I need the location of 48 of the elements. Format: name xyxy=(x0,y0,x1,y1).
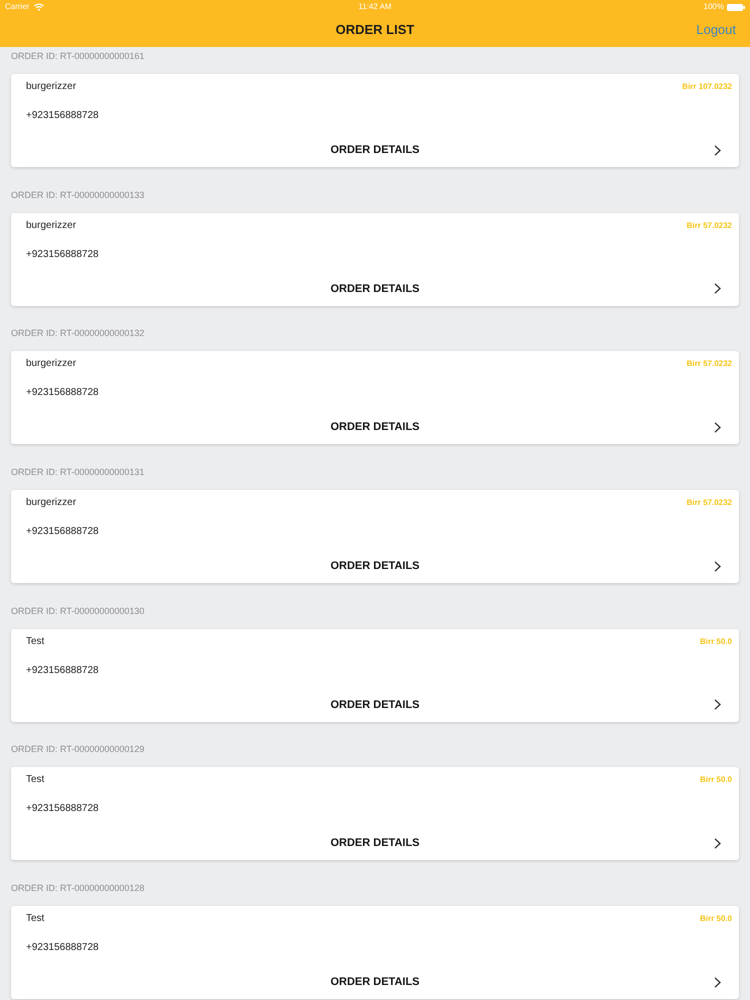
battery-percent: 100% xyxy=(704,2,724,12)
order-details-button[interactable]: ORDER DETAILS xyxy=(11,417,739,438)
customer-name: burgerizzer xyxy=(26,218,76,233)
order-id-label: ORDER ID: RT-00000000000133 xyxy=(11,188,146,202)
customer-name: Test xyxy=(26,773,44,788)
phone-number: +923156888728 xyxy=(26,525,99,540)
chevron-right-icon xyxy=(714,838,721,849)
customer-name: burgerizzer xyxy=(26,357,76,372)
order-id-label: ORDER ID: RT-00000000000130 xyxy=(11,604,146,618)
customer-name: burgerizzer xyxy=(26,80,76,94)
order-total: Birr 57.0232 xyxy=(686,359,732,370)
wifi-icon xyxy=(34,3,44,11)
phone-number: +923156888728 xyxy=(26,109,99,123)
chevron-right-icon xyxy=(714,976,721,988)
carrier-label: Carrier xyxy=(5,2,30,12)
order-details-button[interactable]: ORDER DETAILS xyxy=(11,140,739,160)
order-details-button[interactable]: ORDER DETAILS xyxy=(11,833,739,854)
order-total: Birr 50.0 xyxy=(700,636,732,647)
battery-icon xyxy=(727,4,745,10)
order-total: Birr 107.0232 xyxy=(682,82,732,92)
order-details-button[interactable]: ORDER DETAILS xyxy=(11,694,739,715)
status-time: 11:42 AM xyxy=(358,2,392,12)
customer-name: burgerizzer xyxy=(26,496,76,510)
page-title: ORDER LIST xyxy=(336,22,414,38)
order-id-label: ORDER ID: RT-00000000000131 xyxy=(11,466,146,480)
order-details-button[interactable]: ORDER DETAILS xyxy=(11,556,739,576)
order-id-label: ORDER ID: RT-00000000000161 xyxy=(11,50,146,63)
chevron-right-icon xyxy=(714,699,721,710)
chevron-right-icon xyxy=(714,560,721,572)
order-id-label: ORDER ID: RT-00000000000128 xyxy=(11,882,146,896)
chevron-right-icon xyxy=(714,422,721,433)
order-details-button[interactable]: ORDER DETAILS xyxy=(11,972,739,992)
customer-name: Test xyxy=(26,912,44,926)
order-total: Birr 50.0 xyxy=(700,775,732,786)
order-total: Birr 57.0232 xyxy=(686,220,732,231)
phone-number: +923156888728 xyxy=(26,802,99,816)
order-id-label: ORDER ID: RT-00000000000132 xyxy=(11,327,146,340)
phone-number: +923156888728 xyxy=(26,664,99,678)
order-id-label: ORDER ID: RT-00000000000129 xyxy=(11,743,146,756)
phone-number: +923156888728 xyxy=(26,941,99,956)
order-total: Birr 57.0232 xyxy=(686,498,732,508)
phone-number: +923156888728 xyxy=(26,386,99,400)
phone-number: +923156888728 xyxy=(26,248,99,262)
chevron-right-icon xyxy=(714,283,721,294)
order-details-button[interactable]: ORDER DETAILS xyxy=(11,278,739,299)
chevron-right-icon xyxy=(714,144,721,156)
customer-name: Test xyxy=(26,634,44,649)
order-total: Birr 50.0 xyxy=(700,914,732,924)
